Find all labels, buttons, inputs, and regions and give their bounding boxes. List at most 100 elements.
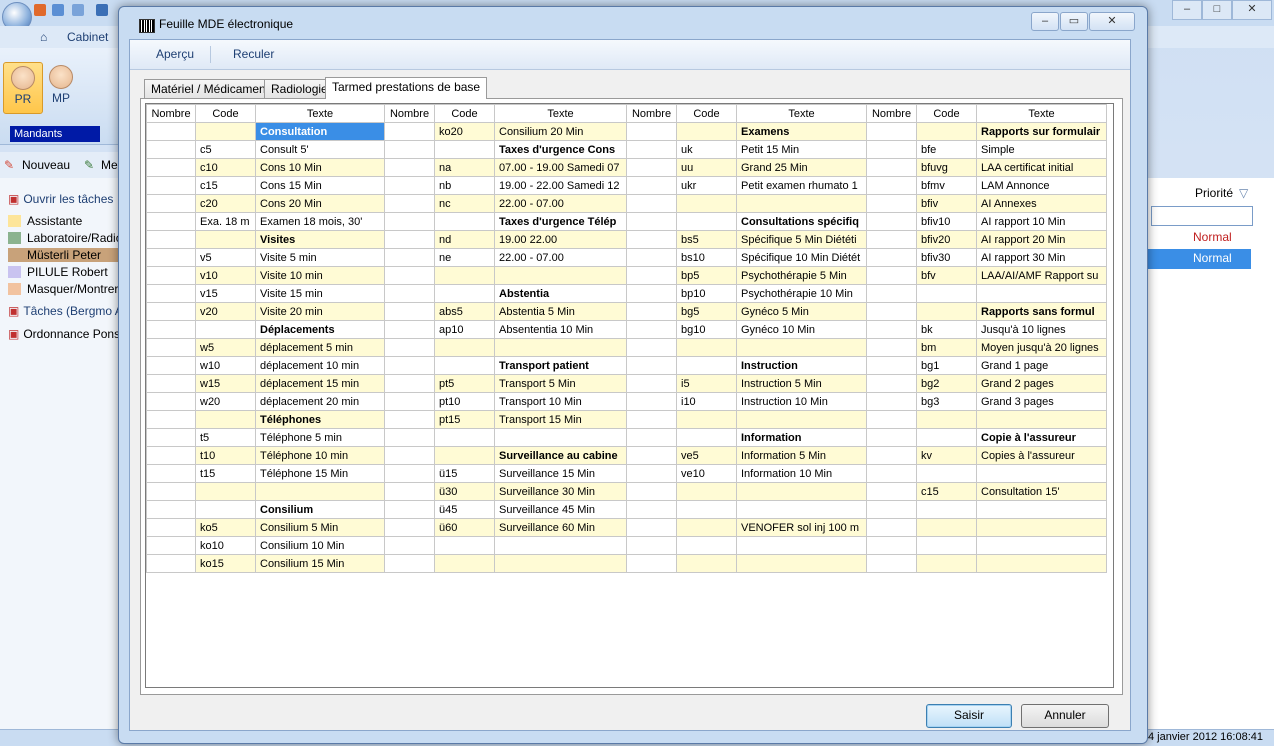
nombre-cell[interactable]	[146, 284, 196, 303]
code-cell[interactable]: w10	[195, 356, 256, 375]
nombre-cell[interactable]	[146, 140, 196, 159]
nombre-cell[interactable]	[626, 230, 677, 249]
nombre-cell[interactable]	[626, 482, 677, 501]
tab-materiel-medicament[interactable]: Matériel / Médicament	[144, 79, 277, 99]
code-cell[interactable]: v10	[195, 266, 256, 285]
nombre-cell[interactable]	[146, 122, 196, 141]
me-button[interactable]: Me	[101, 158, 118, 172]
code-cell[interactable]	[676, 122, 737, 141]
code-cell[interactable]: w5	[195, 338, 256, 357]
texte-cell[interactable]: Grand 25 Min	[736, 158, 867, 177]
nombre-cell[interactable]	[146, 356, 196, 375]
code-cell[interactable]: bg2	[916, 374, 977, 393]
code-cell[interactable]	[916, 410, 977, 429]
nombre-cell[interactable]	[866, 266, 917, 285]
nombre-cell[interactable]	[146, 392, 196, 411]
texte-cell[interactable]	[976, 536, 1107, 555]
code-cell[interactable]: c20	[195, 194, 256, 213]
code-cell[interactable]: w20	[195, 392, 256, 411]
texte-cell[interactable]: déplacement 10 min	[255, 356, 385, 375]
texte-cell[interactable]: Visites	[255, 230, 385, 249]
nombre-cell[interactable]	[146, 158, 196, 177]
texte-cell[interactable]: Examens	[736, 122, 867, 141]
nombre-cell[interactable]	[866, 554, 917, 573]
nombre-cell[interactable]	[146, 302, 196, 321]
texte-cell[interactable]	[736, 410, 867, 429]
nombre-cell[interactable]	[866, 320, 917, 339]
texte-cell[interactable]: Psychothérapie 10 Min	[736, 284, 867, 303]
code-cell[interactable]	[676, 338, 737, 357]
apercu-button[interactable]: Aperçu	[156, 47, 194, 61]
code-cell[interactable]	[916, 464, 977, 483]
quick-access-icon[interactable]	[52, 4, 64, 16]
nombre-cell[interactable]	[626, 518, 677, 537]
code-cell[interactable]: kv	[916, 446, 977, 465]
nombre-cell[interactable]	[626, 248, 677, 267]
code-cell[interactable]	[434, 428, 495, 447]
texte-cell[interactable]	[736, 194, 867, 213]
code-cell[interactable]: t10	[195, 446, 256, 465]
nombre-cell[interactable]	[384, 338, 435, 357]
nombre-cell[interactable]	[146, 374, 196, 393]
texte-cell[interactable]: Cons 10 Min	[255, 158, 385, 177]
code-cell[interactable]	[195, 410, 256, 429]
nombre-cell[interactable]	[626, 266, 677, 285]
mandants-bar[interactable]: Mandants	[10, 126, 100, 142]
avatar-pr-button[interactable]: PR	[3, 62, 43, 114]
app-maximize-button[interactable]: □	[1202, 0, 1232, 20]
code-cell[interactable]: v5	[195, 248, 256, 267]
code-cell[interactable]	[434, 554, 495, 573]
texte-cell[interactable]: Copie à l'assureur	[976, 428, 1107, 447]
texte-cell[interactable]: Surveillance au cabine	[494, 446, 627, 465]
nombre-cell[interactable]	[146, 410, 196, 429]
code-cell[interactable]: ko20	[434, 122, 495, 141]
nombre-cell[interactable]	[866, 212, 917, 231]
code-cell[interactable]	[916, 284, 977, 303]
home-icon[interactable]: ⌂	[40, 30, 47, 44]
code-cell[interactable]	[676, 194, 737, 213]
texte-cell[interactable]	[494, 554, 627, 573]
code-cell[interactable]: bs10	[676, 248, 737, 267]
nombre-cell[interactable]	[626, 500, 677, 519]
code-cell[interactable]: bg3	[916, 392, 977, 411]
code-cell[interactable]: v15	[195, 284, 256, 303]
texte-cell[interactable]: Téléphone 5 min	[255, 428, 385, 447]
code-cell[interactable]: nd	[434, 230, 495, 249]
code-cell[interactable]: i5	[676, 374, 737, 393]
code-cell[interactable]	[676, 536, 737, 555]
texte-cell[interactable]: Grand 2 pages	[976, 374, 1107, 393]
texte-cell[interactable]: Transport patient	[494, 356, 627, 375]
nombre-cell[interactable]	[146, 554, 196, 573]
nouveau-button[interactable]: Nouveau	[22, 158, 70, 172]
code-cell[interactable]	[916, 302, 977, 321]
nombre-cell[interactable]	[146, 266, 196, 285]
ouvrir-taches-item[interactable]: ▣ Ouvrir les tâches	[8, 192, 118, 206]
nombre-cell[interactable]	[384, 500, 435, 519]
nombre-cell[interactable]	[866, 158, 917, 177]
nombre-cell[interactable]	[866, 428, 917, 447]
texte-cell[interactable]: Moyen jusqu'à 20 lignes	[976, 338, 1107, 357]
nombre-cell[interactable]	[146, 230, 196, 249]
code-cell[interactable]: ko15	[195, 554, 256, 573]
texte-cell[interactable]: Consilium 5 Min	[255, 518, 385, 537]
texte-cell[interactable]: Consilium 20 Min	[494, 122, 627, 141]
texte-cell[interactable]: Surveillance 15 Min	[494, 464, 627, 483]
texte-cell[interactable]: Rapports sans formul	[976, 302, 1107, 321]
code-cell[interactable]	[195, 230, 256, 249]
nombre-cell[interactable]	[866, 248, 917, 267]
ribbon-tab-cabinet[interactable]: Cabinet	[67, 30, 108, 44]
texte-cell[interactable]: 22.00 - 07.00	[494, 194, 627, 213]
texte-cell[interactable]	[494, 536, 627, 555]
texte-cell[interactable]: Consilium	[255, 500, 385, 519]
texte-cell[interactable]	[976, 500, 1107, 519]
nombre-cell[interactable]	[866, 230, 917, 249]
code-cell[interactable]: ko5	[195, 518, 256, 537]
nombre-cell[interactable]	[866, 302, 917, 321]
nombre-cell[interactable]	[866, 500, 917, 519]
texte-cell[interactable]: AI Annexes	[976, 194, 1107, 213]
app-close-button[interactable]: ✕	[1232, 0, 1272, 20]
nombre-cell[interactable]	[866, 482, 917, 501]
code-cell[interactable]: bp5	[676, 266, 737, 285]
texte-cell[interactable]: Spécifique 10 Min Diétét	[736, 248, 867, 267]
avatar-mp-button[interactable]: MP	[42, 62, 80, 112]
